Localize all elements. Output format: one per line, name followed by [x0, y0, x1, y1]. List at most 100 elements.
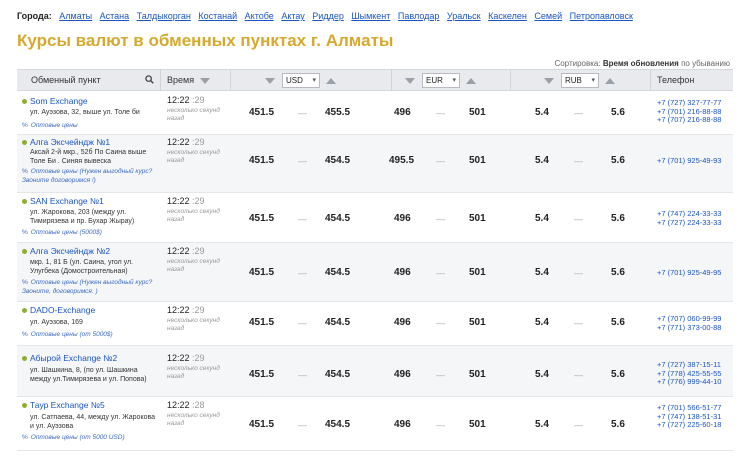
status-dot [22, 99, 27, 104]
city-link-almaty[interactable]: Алматы [59, 11, 92, 21]
eur-sell: 501 [469, 317, 486, 328]
update-time-sec: :29 [192, 137, 205, 147]
phone-link[interactable]: +7 (707) 216-88-88 [657, 115, 721, 124]
usd-sell: 454.5 [325, 267, 351, 278]
update-time: 12:22 :29 [167, 305, 205, 315]
exchange-name-link[interactable]: Алга Эксчейндж №2 [30, 246, 110, 256]
sort-info: Сортировка: Время обновления по убыванию [554, 59, 730, 68]
exchange-name-link[interactable]: Абырой Exchange №2 [30, 353, 117, 363]
rub-sort-asc-icon[interactable] [605, 78, 615, 84]
exchange-address: мкр. 1, 81 Б (ул. Саина, угол ул. Улугбе… [30, 259, 133, 275]
exchange-name-link[interactable]: Som Exchange [30, 96, 88, 106]
usd-buy: 451.5 [249, 213, 275, 224]
sort-field[interactable]: Время обновления [603, 59, 679, 68]
update-ago: несколько секунд назад [167, 258, 220, 273]
phone-link[interactable]: +7 (701) 925-49-93 [657, 156, 721, 165]
city-link-pavlodar[interactable]: Павлодар [398, 11, 439, 21]
currency-select-3[interactable]: RUB ▾ [561, 73, 599, 88]
update-time-sec: :29 [192, 95, 205, 105]
wholesale-note[interactable]: % Оптовые цены (от 5000$) [22, 330, 158, 339]
rub-buy: 5.4 [535, 369, 549, 380]
eur-sort-desc-icon[interactable] [405, 78, 415, 84]
wholesale-note[interactable]: % Оптовые цены (Нужен выгодный курс? Звон… [22, 167, 158, 185]
eur-buy: 496 [394, 369, 411, 380]
usd-sell: 454.5 [325, 419, 351, 430]
rates-table: Обменный пункт Время USD ▾ EUR ▾ RUB ▾ Теле… [17, 69, 733, 451]
eur-sell: 501 [469, 107, 486, 118]
exchange-address: ул. Ауэзова, 169 [30, 319, 83, 326]
sort-desc-icon[interactable] [200, 78, 210, 84]
city-link-semey[interactable]: Семей [534, 11, 562, 21]
usd-sell: 454.5 [325, 317, 351, 328]
phone-list: +7 (727) 387-15-11 +7 (778) 425-55-55 +7… [657, 360, 721, 387]
currency-select-3-value: RUB [565, 76, 582, 85]
usd-sell: 454.5 [325, 213, 351, 224]
status-dot [22, 199, 27, 204]
city-link-kostanay[interactable]: Костанай [198, 11, 237, 21]
update-ago: несколько секунд назад [167, 412, 220, 427]
exchange-name-link[interactable]: Алга Эксчейндж №1 [30, 137, 110, 147]
phone-link[interactable]: +7 (776) 999-44-10 [657, 377, 721, 386]
search-icon[interactable] [145, 75, 154, 84]
exchange-name-link[interactable]: DADO-Exchange [30, 305, 95, 315]
usd-sort-desc-icon[interactable] [265, 78, 275, 84]
rub-sort-desc-icon[interactable] [544, 78, 554, 84]
exchange-address: ул. Сатпаева, 44, между ул. Жарокова и у… [30, 414, 156, 430]
city-link-petropavlovsk[interactable]: Петропавловск [570, 11, 633, 21]
exchange-address: Аксай 2-й мкр., 52б По Саина выше Толе Б… [30, 149, 147, 165]
wholesale-note[interactable]: % Оптовые цены (от 5000 USD) [22, 433, 158, 442]
city-link-ridder[interactable]: Риддер [312, 11, 344, 21]
city-link-aktobe[interactable]: Актобе [245, 11, 274, 21]
rub-buy: 5.4 [535, 267, 549, 278]
phone-list: +7 (707) 060-99-99 +7 (771) 373-00-88 [657, 314, 721, 332]
update-time: 12:22 :29 [167, 196, 205, 206]
usd-sort-asc-icon[interactable] [326, 78, 336, 84]
rate-dash: — [574, 420, 583, 430]
phone-list: +7 (727) 327-77-77 +7 (701) 216-88-88 +7… [657, 98, 721, 125]
usd-buy: 451.5 [249, 419, 275, 430]
update-time-sec: :29 [192, 305, 205, 315]
rate-dash: — [298, 156, 307, 166]
phone-link[interactable]: +7 (701) 925-49-95 [657, 268, 721, 277]
eur-buy: 496 [394, 317, 411, 328]
update-time-hm: 12:22 [167, 196, 190, 206]
update-time-hm: 12:22 [167, 246, 190, 256]
wholesale-note[interactable]: % Оптовые цены [22, 121, 158, 130]
wholesale-note[interactable]: % Оптовые цены (5000$) [22, 228, 158, 237]
rub-sell: 5.6 [611, 369, 625, 380]
city-link-aktau[interactable]: Актау [281, 11, 304, 21]
rub-buy: 5.4 [535, 107, 549, 118]
col-header-point[interactable]: Обменный пункт [31, 75, 101, 85]
col-header-time[interactable]: Время [167, 75, 194, 85]
phone-link[interactable]: +7 (727) 224-33-33 [657, 218, 721, 227]
phone-link[interactable]: +7 (771) 373-00-88 [657, 323, 721, 332]
rub-sell: 5.6 [611, 267, 625, 278]
currency-select-2[interactable]: EUR ▾ [422, 73, 460, 88]
sort-order[interactable]: по убыванию [681, 59, 730, 68]
update-time-hm: 12:22 [167, 137, 190, 147]
city-link-shymkent[interactable]: Шымкент [351, 11, 390, 21]
exchange-name-link[interactable]: Таур Exchange №5 [30, 400, 105, 410]
usd-sell: 455.5 [325, 107, 351, 118]
rub-sell: 5.6 [611, 155, 625, 166]
rate-dash: — [298, 268, 307, 278]
update-time: 12:22 :28 [167, 400, 205, 410]
exchange-name-link[interactable]: SAN Exchange №1 [30, 196, 104, 206]
status-dot [22, 249, 27, 254]
city-link-taldykorgan[interactable]: Талдыкорган [137, 11, 191, 21]
eur-sort-asc-icon[interactable] [466, 78, 476, 84]
wholesale-note-text: Оптовые цены (Нужен выгодный курс? Звони… [22, 168, 153, 184]
wholesale-note-text: Оптовые цены [30, 122, 78, 129]
status-dot [22, 356, 27, 361]
exchange-address: ул. Жарокова, 203 (между ул. Тимирязева … [30, 209, 135, 225]
city-link-kaskelen[interactable]: Каскелен [488, 11, 527, 21]
city-link-astana[interactable]: Астана [100, 11, 130, 21]
phone-link[interactable]: +7 (727) 225-60-18 [657, 420, 721, 429]
eur-buy: 496 [394, 107, 411, 118]
wholesale-note-text: Оптовые цены (от 5000 USD) [30, 434, 125, 441]
currency-select-1[interactable]: USD ▾ [282, 73, 320, 88]
table-row: Som Exchange ул. Ауэзова, 32, выше ул. Т… [17, 91, 733, 135]
percent-icon: % [22, 279, 28, 286]
wholesale-note[interactable]: % Оптовые цены (Нужен выгодный курс? Звон… [22, 278, 158, 296]
city-link-uralsk[interactable]: Уральск [447, 11, 481, 21]
